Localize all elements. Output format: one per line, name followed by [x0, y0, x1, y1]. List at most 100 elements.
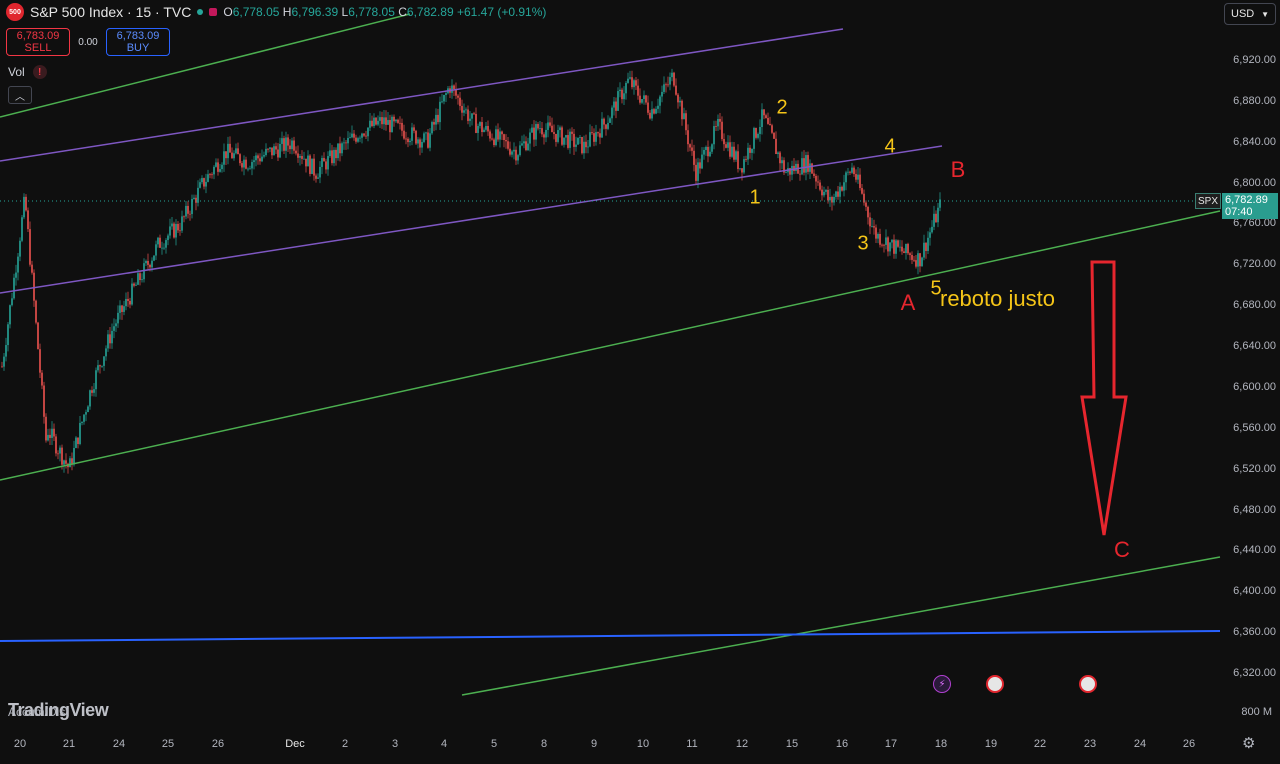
candle-body	[581, 137, 583, 154]
candle-body	[115, 323, 117, 327]
candle-body	[459, 97, 461, 106]
candle-body	[583, 141, 585, 154]
candle-body	[527, 143, 529, 151]
candle-body	[239, 154, 241, 164]
candle-body	[615, 101, 617, 111]
candle-body	[879, 234, 881, 245]
candle-body	[881, 244, 883, 246]
volume-indicator-legend[interactable]: Vol !	[8, 65, 47, 79]
candle-body	[713, 126, 715, 145]
candle-body	[133, 283, 135, 286]
candle-body	[701, 154, 703, 169]
candle-body	[647, 102, 649, 113]
time-axis-label: 17	[884, 738, 898, 750]
last-price-value: 6,782.89	[1225, 194, 1268, 206]
low-value: 6,778.05	[348, 5, 395, 19]
candle-body	[893, 239, 895, 254]
candle-body	[99, 365, 101, 367]
note-reboto-justo[interactable]: reboto justo	[940, 286, 1055, 312]
buy-button[interactable]: 6,783.09 BUY	[106, 28, 170, 56]
candle-body	[591, 132, 593, 134]
candle-body	[413, 127, 415, 131]
candle-body	[189, 213, 191, 215]
candle-body	[225, 151, 227, 159]
candle-body	[613, 101, 615, 108]
candle-body	[889, 242, 891, 252]
sell-button[interactable]: 6,783.09 SELL	[6, 28, 70, 56]
candle-body	[733, 146, 735, 160]
candle-body	[707, 146, 709, 157]
candle-body	[345, 142, 347, 144]
candle-body	[773, 132, 775, 139]
symbol-logo-icon[interactable]: 500	[6, 3, 24, 21]
candle-body	[293, 140, 295, 151]
wave-label-1[interactable]: 1	[749, 187, 760, 210]
candle-body	[589, 132, 591, 147]
time-axis-label: 21	[62, 738, 76, 750]
wave-label-3[interactable]: 3	[857, 233, 868, 256]
candle-body	[159, 237, 161, 248]
candle-body	[343, 142, 345, 144]
candle-body	[321, 158, 323, 167]
candle-body	[777, 152, 779, 155]
candle-body	[349, 137, 351, 139]
candle-body	[877, 234, 879, 239]
candle-body	[113, 326, 115, 331]
close-value: 6,782.89	[406, 5, 454, 19]
wave-label-c[interactable]: C	[1114, 537, 1130, 563]
warning-icon[interactable]: !	[32, 65, 47, 79]
candle-body	[727, 142, 729, 148]
candle-body	[307, 155, 309, 167]
accum-dist-label[interactable]: Accum/Dist	[8, 705, 69, 719]
candle-body	[83, 414, 85, 422]
candle-body	[163, 247, 165, 249]
candle-body	[575, 144, 577, 147]
symbol-title[interactable]: S&P 500 Index · 15 · TVC	[30, 4, 191, 20]
candle-body	[665, 84, 667, 86]
wave-label-a[interactable]: A	[901, 290, 916, 316]
candle-body	[533, 127, 535, 140]
wave-label-2[interactable]: 2	[776, 97, 787, 120]
price-axis-label: 6,720.00	[1233, 258, 1276, 271]
candle-body	[353, 133, 355, 138]
price-axis-label: 6,360.00	[1233, 626, 1276, 639]
candle-body	[9, 305, 11, 325]
candle-body	[405, 138, 407, 140]
gear-icon[interactable]: ⚙	[1242, 734, 1255, 752]
candle-body	[901, 246, 903, 252]
candle-body	[839, 186, 841, 197]
currency-selector[interactable]: USD ▼	[1224, 3, 1276, 25]
lightning-icon[interactable]: ⚡	[933, 675, 951, 693]
time-axis-label: 24	[112, 738, 126, 750]
candle-body	[261, 156, 263, 162]
candle-body	[933, 213, 935, 227]
candle-body	[285, 137, 287, 151]
candle-body	[885, 237, 887, 245]
candle-body	[59, 447, 61, 454]
wave-label-b[interactable]: B	[951, 157, 966, 183]
price-chart[interactable]	[0, 0, 1280, 764]
candle-body	[807, 155, 809, 172]
candle-body	[553, 132, 555, 134]
spread-value: 0.00	[78, 36, 98, 48]
candle-body	[905, 243, 907, 253]
candle-body	[193, 197, 195, 199]
candle-body	[579, 137, 581, 138]
candle-body	[273, 146, 275, 156]
candle-body	[195, 197, 197, 203]
chevron-up-icon: ︿	[15, 91, 25, 103]
flag-icon[interactable]	[209, 8, 218, 16]
collapse-legend-button[interactable]: ︿	[8, 86, 32, 104]
candle-body	[795, 163, 797, 172]
last-price-label: 6,782.89 07:40	[1222, 193, 1278, 219]
us-flag-icon[interactable]	[1079, 675, 1097, 693]
wave-label-4[interactable]: 4	[884, 136, 895, 159]
candle-body	[919, 253, 921, 267]
candle-body	[209, 174, 211, 176]
candle-body	[601, 118, 603, 138]
time-axis-label: 5	[490, 738, 498, 750]
candle-body	[101, 365, 103, 367]
us-flag-icon[interactable]	[986, 675, 1004, 693]
bar-countdown: 07:40	[1225, 206, 1253, 218]
candle-body	[11, 298, 13, 306]
